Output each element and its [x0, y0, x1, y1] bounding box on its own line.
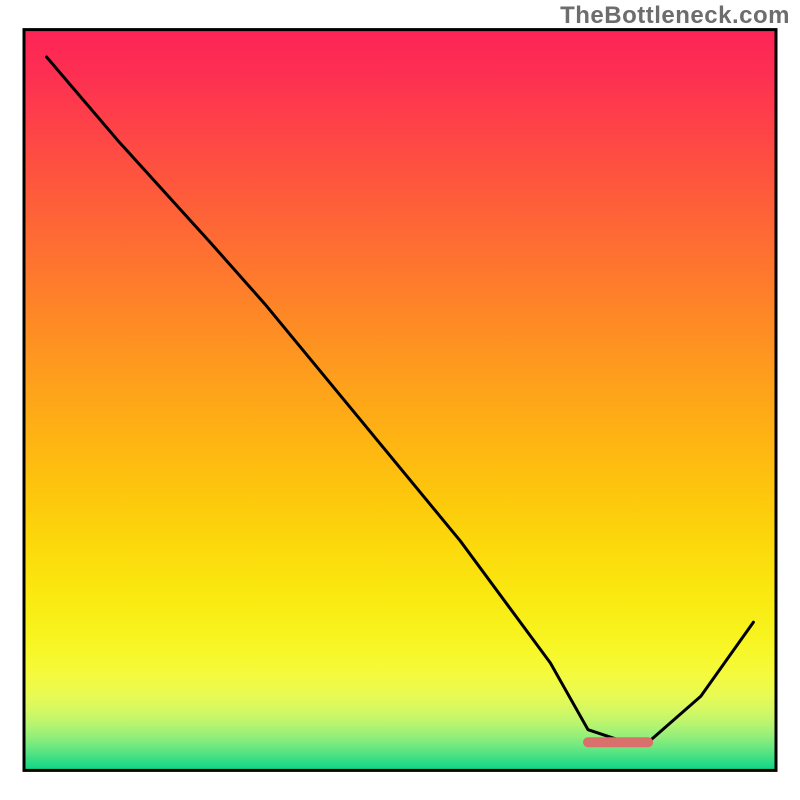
chart-container: TheBottleneck.com: [0, 0, 800, 800]
plot-background: [24, 30, 776, 771]
watermark-text: TheBottleneck.com: [560, 2, 790, 30]
bottleneck-chart: [0, 0, 800, 800]
